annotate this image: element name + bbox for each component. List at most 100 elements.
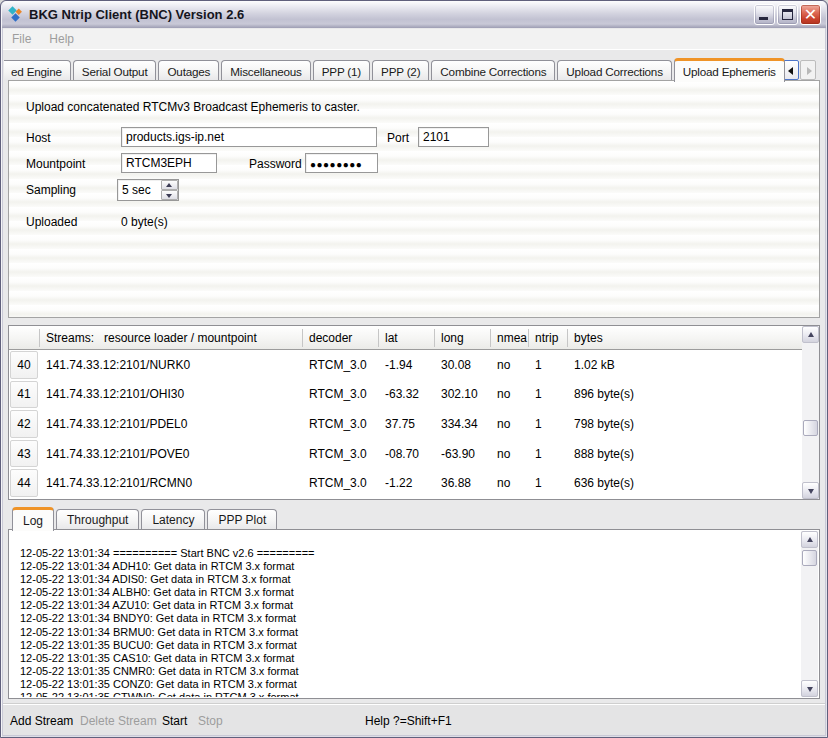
log-tabbar: LogThroughputLatencyPPP Plot (12, 506, 279, 530)
col-nmea: nmea (491, 329, 529, 347)
stream-row-43[interactable]: 43141.74.33.12:2101/POVE0RTCM_3.0-08.70-… (9, 439, 802, 469)
ntrip-cell: 1 (529, 380, 568, 410)
sampling-down-button[interactable] (161, 190, 178, 200)
long-cell: 334.34 (435, 409, 491, 439)
tab-combine-corrections[interactable]: Combine Corrections (431, 60, 555, 81)
sampling-up-button[interactable] (161, 180, 178, 190)
decoder-cell: RTCM_3.0 (303, 380, 379, 410)
decoder-cell: RTCM_3.0 (303, 350, 379, 380)
uploaded-label: Uploaded (26, 215, 77, 229)
scroll-down-button[interactable] (801, 680, 818, 697)
scroll-right-icon (807, 67, 812, 75)
streams-table: Streams: resource loader / mountpoint de… (8, 325, 820, 500)
statusbar: Add StreamDelete StreamStartStop Help ?=… (3, 704, 825, 735)
down-arrow-icon (807, 687, 813, 692)
tab-scroll-right-button[interactable] (800, 60, 816, 80)
long-cell: 302.10 (435, 380, 491, 410)
menu-file[interactable]: File (3, 32, 40, 46)
tab-ppp-1[interactable]: PPP (1) (313, 60, 370, 81)
tab-upload-corrections[interactable]: Upload Corrections (557, 60, 671, 81)
scroll-thumb[interactable] (802, 550, 817, 566)
sampling-spinbox[interactable]: 5 sec (117, 179, 179, 201)
port-input[interactable] (418, 127, 489, 147)
maximize-icon (782, 9, 793, 20)
bytes-cell: 636 byte(s) (568, 468, 802, 498)
stop-button: Stop (198, 714, 223, 728)
stream-cell: 141.74.33.12:2101/PDEL0 (40, 409, 303, 439)
tab-upload-ephemeris[interactable]: Upload Ephemeris (674, 58, 785, 82)
stream-row-42[interactable]: 42141.74.33.12:2101/PDEL0RTCM_3.037.7533… (9, 409, 802, 439)
stream-cell: 141.74.33.12:2101/NURK0 (40, 350, 303, 380)
row-number: 41 (10, 381, 38, 409)
ntrip-cell: 1 (529, 409, 568, 439)
stream-row-40[interactable]: 40141.74.33.12:2101/NURK0RTCM_3.0-1.9430… (9, 350, 802, 380)
row-number: 40 (10, 351, 38, 379)
stream-row-41[interactable]: 41141.74.33.12:2101/OHI30RTCM_3.0-63.323… (9, 380, 802, 410)
tab-throughput[interactable]: Throughput (56, 509, 139, 530)
tab-scroll-left-button[interactable] (783, 60, 799, 80)
scroll-left-icon (788, 67, 793, 75)
long-cell: -63.90 (435, 439, 491, 469)
bytes-cell: 896 byte(s) (568, 380, 802, 410)
window-title: BKG Ntrip Client (BNC) Version 2.6 (29, 7, 754, 22)
log-line: 12-05-22 13:01:34 BRMU0: Get data in RTC… (20, 626, 801, 639)
log-line: 12-05-22 13:01:35 CTWN0: Get data in RTC… (20, 691, 801, 697)
nmea-cell: no (491, 439, 529, 469)
tab-latency[interactable]: Latency (141, 509, 205, 530)
tab-ppp-plot[interactable]: PPP Plot (207, 509, 277, 530)
mountpoint-input[interactable] (121, 153, 217, 173)
menubar: File Help (3, 29, 825, 50)
tab-miscellaneous[interactable]: Miscellaneous (221, 60, 310, 81)
titlebar[interactable]: BKG Ntrip Client (BNC) Version 2.6 ✕ (2, 1, 826, 28)
maximize-button[interactable] (777, 4, 798, 25)
log-line: 12-05-22 13:01:34 BNDY0: Get data in RTC… (20, 612, 801, 625)
log-output[interactable]: 12-05-22 13:01:34 ========== Start BNC v… (10, 530, 801, 697)
tab-ed-engine[interactable]: ed Engine (4, 60, 71, 81)
ntrip-cell: 1 (529, 468, 568, 498)
bytes-cell: 798 byte(s) (568, 409, 802, 439)
col-streams: Streams: resource loader / mountpoint (40, 329, 303, 347)
scroll-down-button[interactable] (802, 482, 819, 499)
tab-outages[interactable]: Outages (158, 60, 219, 81)
minimize-button[interactable] (754, 4, 775, 25)
log-panel: 12-05-22 13:01:34 ========== Start BNC v… (8, 529, 820, 699)
tab-log[interactable]: Log (12, 507, 54, 531)
sampling-value: 5 sec (118, 180, 161, 200)
down-arrow-icon (166, 194, 172, 198)
stream-cell: 141.74.33.12:2101/OHI30 (40, 380, 303, 410)
decoder-cell: RTCM_3.0 (303, 409, 379, 439)
help-shortcut-label: Help ?=Shift+F1 (365, 714, 452, 728)
streams-scrollbar[interactable] (802, 326, 819, 499)
tab-ppp-2[interactable]: PPP (2) (372, 60, 429, 81)
lat-cell: -08.70 (379, 439, 435, 469)
sampling-label: Sampling (26, 183, 76, 197)
col-decoder: decoder (303, 329, 379, 347)
tab-serial-output[interactable]: Serial Output (73, 60, 157, 81)
scroll-up-button[interactable] (802, 326, 819, 343)
host-input[interactable] (121, 127, 377, 147)
close-button[interactable]: ✕ (800, 4, 821, 25)
stream-row-44[interactable]: 44141.74.33.12:2101/RCMN0RTCM_3.0-1.2236… (9, 468, 802, 498)
log-line: 12-05-22 13:01:35 CNMR0: Get data in RTC… (20, 665, 801, 678)
log-line: 12-05-22 13:01:34 ADIS0: Get data in RTC… (20, 573, 801, 586)
streams-table-header: Streams: resource loader / mountpoint de… (9, 326, 802, 350)
menu-help[interactable]: Help (40, 32, 83, 46)
row-number: 43 (10, 440, 38, 468)
host-label: Host (26, 131, 51, 145)
col-long: long (435, 329, 491, 347)
scroll-thumb[interactable] (803, 420, 818, 436)
password-input[interactable] (305, 153, 378, 173)
start-button[interactable]: Start (162, 714, 187, 728)
up-arrow-icon (807, 537, 813, 542)
minimize-icon (759, 17, 768, 20)
scroll-up-button[interactable] (801, 531, 818, 548)
log-scrollbar[interactable] (801, 531, 818, 697)
panel-intro: Upload concatenated RTCMv3 Broadcast Eph… (26, 100, 360, 114)
log-line: 12-05-22 13:01:35 CONZ0: Get data in RTC… (20, 678, 801, 691)
ntrip-cell: 1 (529, 350, 568, 380)
nmea-cell: no (491, 468, 529, 498)
log-line: 12-05-22 13:01:35 BUCU0: Get data in RTC… (20, 639, 801, 652)
col-lat: lat (379, 329, 435, 347)
bytes-cell: 888 byte(s) (568, 439, 802, 469)
add-stream-button[interactable]: Add Stream (10, 714, 73, 728)
